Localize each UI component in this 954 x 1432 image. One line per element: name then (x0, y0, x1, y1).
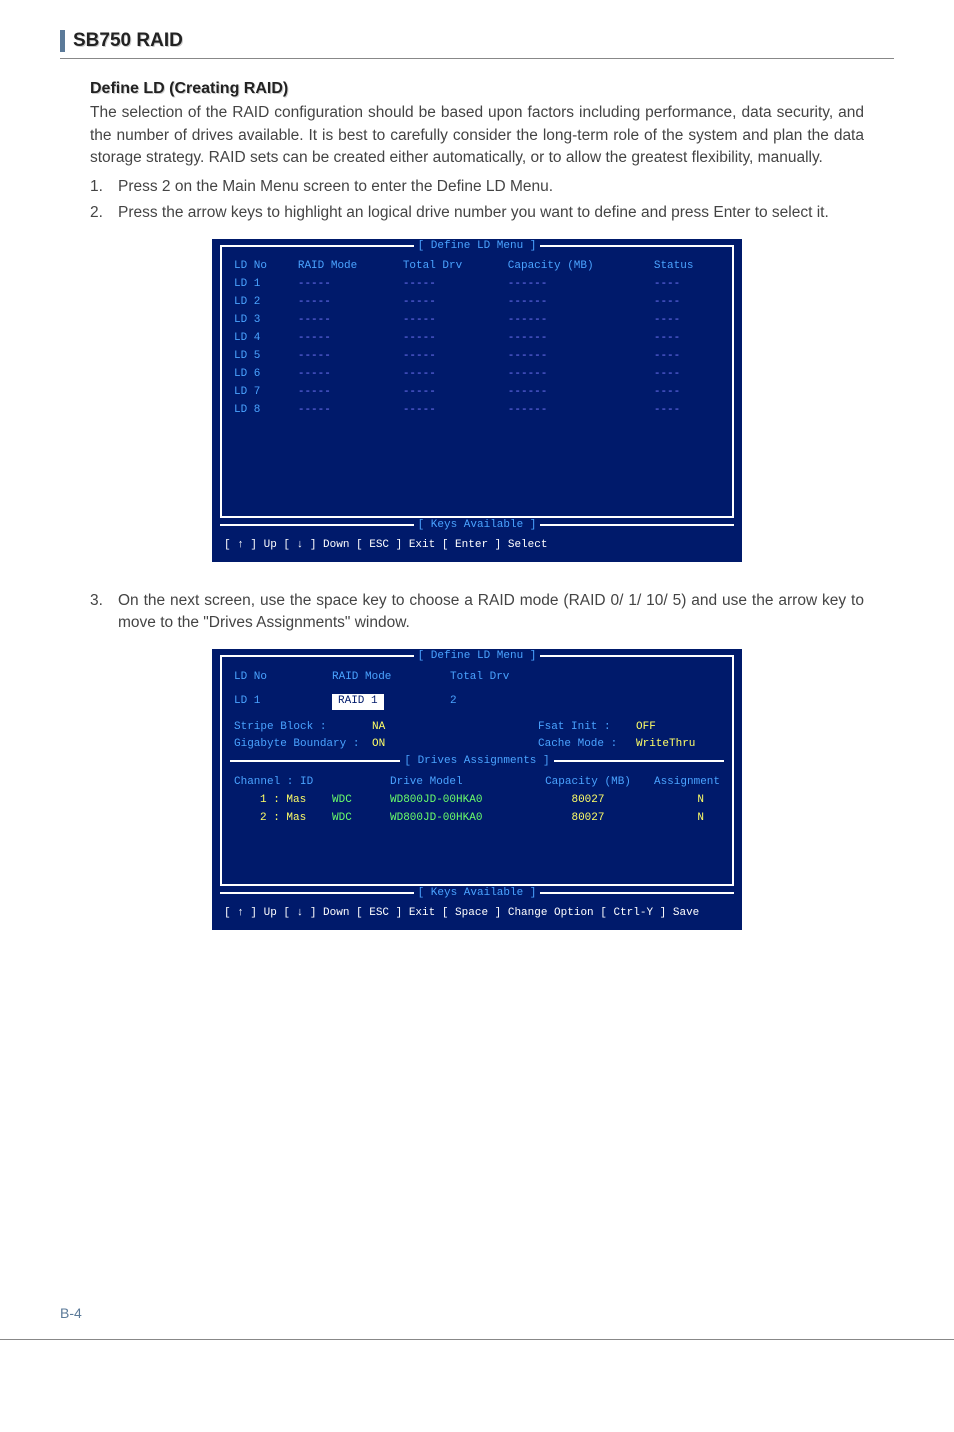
table-row: 2 : MasWDCWD800JD-00HKA080027N (230, 810, 724, 828)
bios2-cache-l: Cache Mode : (534, 736, 632, 754)
bios2-stripe-v: NA (368, 719, 436, 737)
step-2-text: Press the arrow keys to highlight an log… (118, 202, 829, 224)
bios1-keys: [ ↑ ] Up [ ↓ ] Down [ ESC ] Exit [ Enter… (220, 534, 734, 556)
bios1-h-ldno: LD No (230, 258, 294, 276)
chapter-title: SB750 RAID (60, 30, 894, 52)
table-row: LD 6-------------------- (230, 366, 724, 384)
bios1-h-drv: Total Drv (399, 258, 504, 276)
bios2-stripe-l: Stripe Block : (230, 719, 368, 737)
page-number: B-4 (60, 1305, 82, 1321)
section-title: Define LD (Creating RAID) (90, 77, 864, 100)
table-row: 1 : MasWDCWD800JD-00HKA080027N (230, 792, 724, 810)
intro-text: The selection of the RAID configuration … (90, 102, 864, 169)
bios2-raid-mode: RAID 1 (332, 694, 384, 710)
bios2-gb-v: ON (368, 736, 436, 754)
bios2-h-drv: Total Drv (446, 669, 671, 687)
bios-screenshot-1: [ Define LD Menu ] LD No RAID Mode Total… (212, 239, 742, 562)
bios-screenshot-2: [ Define LD Menu ] LD No RAID Mode Total… (212, 649, 742, 930)
step-1-text: Press 2 on the Main Menu screen to enter… (118, 176, 553, 198)
bios2-ld: LD 1 (230, 693, 328, 711)
bios2-ah-asg: Assignment (642, 774, 724, 792)
bios2-ah-ch: Channel : ID (230, 774, 328, 792)
bios2-ah-cap: Capacity (MB) (534, 774, 642, 792)
table-row: LD 3-------------------- (230, 312, 724, 330)
chapter-title-text: SB750 RAID (73, 30, 183, 52)
table-row: LD 2-------------------- (230, 294, 724, 312)
table-row: LD 4-------------------- (230, 330, 724, 348)
step-3-num: 3. (90, 590, 118, 635)
title-bar-accent (60, 30, 65, 52)
bios1-h-mode: RAID Mode (294, 258, 399, 276)
step-3: 3. On the next screen, use the space key… (90, 590, 864, 635)
bios1-keys-title: [ Keys Available ] (220, 518, 734, 534)
step-1: 1. Press 2 on the Main Menu screen to en… (90, 176, 864, 198)
bios2-gb-l: Gigabyte Boundary : (230, 736, 368, 754)
bios1-h-st: Status (650, 258, 724, 276)
table-row: LD 1-------------------- (230, 276, 724, 294)
bios2-h-ldno: LD No (230, 669, 328, 687)
bios1-title: [ Define LD Menu ] (230, 239, 724, 255)
table-row: LD 7-------------------- (230, 384, 724, 402)
bios2-cache-v: WriteThru (632, 736, 724, 754)
table-row: LD 8-------------------- (230, 402, 724, 420)
bios2-fsat-l: Fsat Init : (534, 719, 632, 737)
bios1-table: LD No RAID Mode Total Drv Capacity (MB) … (230, 258, 724, 419)
step-2: 2. Press the arrow keys to highlight an … (90, 202, 864, 224)
table-row: LD 5-------------------- (230, 348, 724, 366)
bios2-assign-title: [ Drives Assignments ] (230, 754, 724, 770)
step-2-num: 2. (90, 202, 118, 224)
bios1-h-cap: Capacity (MB) (504, 258, 650, 276)
step-1-num: 1. (90, 176, 118, 198)
bios2-keys: [ ↑ ] Up [ ↓ ] Down [ ESC ] Exit [ Space… (220, 902, 734, 924)
bios2-keys-title: [ Keys Available ] (220, 886, 734, 902)
bios2-h-mode: RAID Mode (328, 669, 446, 687)
bios2-ah-model: Drive Model (386, 774, 534, 792)
bios2-drv: 2 (446, 693, 579, 711)
bios2-fsat-v: OFF (632, 719, 724, 737)
step-3-text: On the next screen, use the space key to… (118, 590, 864, 635)
bios2-title: [ Define LD Menu ] (230, 649, 724, 665)
